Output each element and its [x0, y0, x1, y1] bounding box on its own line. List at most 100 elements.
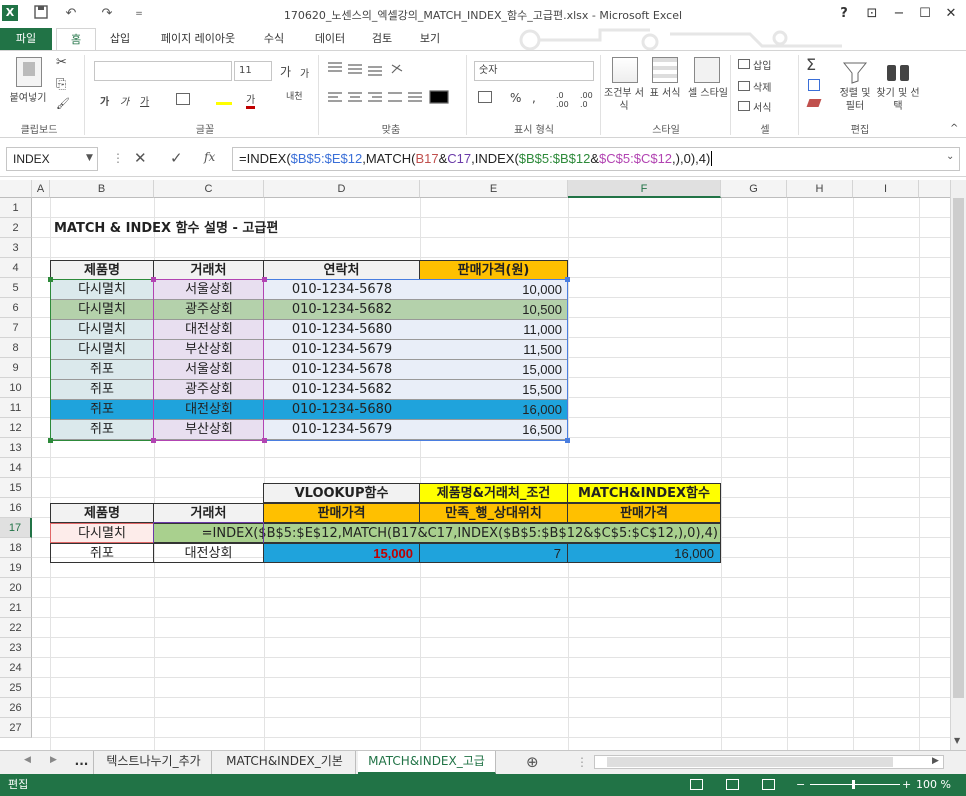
row-header[interactable]: 23	[0, 638, 32, 658]
zoom-in-icon[interactable]: +	[902, 774, 911, 796]
cancel-icon[interactable]: ✕	[134, 149, 147, 167]
cell-vlookup-result[interactable]: 15,000	[263, 543, 420, 563]
close-button[interactable]: ✕	[940, 4, 962, 24]
zoom-slider[interactable]	[810, 784, 900, 785]
tab-split-icon[interactable]: ⋮	[576, 755, 588, 769]
sheet-tab[interactable]: 텍스트나누기_추가	[96, 751, 212, 774]
collapse-ribbon-icon[interactable]: ^	[950, 123, 958, 134]
number-format-dropdown[interactable]: 숫자	[474, 61, 594, 81]
delete-cells-button[interactable]: 삭제	[738, 79, 771, 94]
row-header[interactable]: 2	[0, 218, 32, 238]
row-header[interactable]: 7	[0, 318, 32, 338]
column-header[interactable]: A	[32, 180, 50, 198]
clear-icon[interactable]	[806, 99, 822, 107]
autosum-icon[interactable]: Σ	[806, 55, 816, 74]
row-header[interactable]: 9	[0, 358, 32, 378]
cell-styles-button[interactable]: 셀 스타일	[684, 87, 732, 100]
add-sheet-icon[interactable]: ⊕	[526, 753, 539, 771]
header-match-index[interactable]: MATCH&INDEX함수	[567, 483, 721, 503]
format-table-icon[interactable]	[652, 57, 678, 83]
column-header[interactable]: D	[264, 180, 420, 198]
sort-filter-button[interactable]: 정렬 및 필터	[836, 87, 874, 113]
row-header[interactable]: 27	[0, 718, 32, 738]
row-header[interactable]: 25	[0, 678, 32, 698]
range-handle[interactable]	[565, 277, 570, 282]
range-handle[interactable]	[151, 438, 156, 443]
name-box-dropdown-icon[interactable]: ▼	[86, 153, 93, 163]
range-handle[interactable]	[262, 438, 267, 443]
zoom-level[interactable]: 100 %	[916, 774, 951, 796]
maximize-button[interactable]: ☐	[914, 4, 936, 24]
header-vlookup[interactable]: VLOOKUP함수	[263, 483, 420, 503]
next-sheet-icon[interactable]: ▶	[50, 755, 57, 765]
header-sale-price[interactable]: 판매가격	[567, 503, 721, 523]
row-header[interactable]: 20	[0, 578, 32, 598]
row-header[interactable]: 24	[0, 658, 32, 678]
normal-view-icon[interactable]	[690, 779, 703, 790]
copy-icon[interactable]: ⎘	[56, 77, 66, 92]
font-color-button[interactable]: 가	[246, 91, 256, 109]
tab-formulas[interactable]: 수식	[254, 28, 294, 50]
tab-view[interactable]: 보기	[410, 28, 450, 50]
name-box[interactable]: INDEX	[6, 147, 98, 171]
column-header[interactable]: G	[721, 180, 787, 198]
format-painter-icon[interactable]: 🖌	[56, 97, 70, 110]
row-header[interactable]: 21	[0, 598, 32, 618]
select-all-corner[interactable]	[0, 180, 32, 198]
row-header[interactable]: 8	[0, 338, 32, 358]
range-handle[interactable]	[151, 277, 156, 282]
phonetic-button[interactable]: 내천	[286, 89, 306, 102]
more-sheets-button[interactable]: ...	[70, 751, 94, 774]
currency-icon[interactable]	[478, 91, 492, 103]
page-break-view-icon[interactable]	[762, 779, 775, 790]
ribbon-display-button[interactable]: ⊡	[861, 4, 883, 24]
row-header[interactable]: 17	[0, 518, 32, 538]
grow-font-button[interactable]: 가	[280, 63, 291, 80]
cut-icon[interactable]: ✂	[56, 55, 67, 70]
row-header[interactable]: 19	[0, 558, 32, 578]
percent-button[interactable]: %	[510, 91, 521, 105]
fill-color-icon[interactable]	[216, 93, 232, 105]
find-select-button[interactable]: 찾기 및 선택	[876, 87, 920, 113]
row-header[interactable]: 6	[0, 298, 32, 318]
scroll-thumb[interactable]	[953, 198, 964, 698]
header-condition[interactable]: 제품명&거래처_조건	[419, 483, 568, 503]
cell-relative-position[interactable]: 7	[419, 543, 568, 563]
header-relative-position[interactable]: 만족_행_상대위치	[419, 503, 568, 523]
column-header[interactable]: H	[787, 180, 853, 198]
zoom-out-icon[interactable]: −	[796, 774, 805, 796]
tab-insert[interactable]: 삽입	[100, 28, 140, 50]
row-header[interactable]: 18	[0, 538, 32, 558]
row-header[interactable]: 11	[0, 398, 32, 418]
range-handle[interactable]	[48, 277, 53, 282]
row-header[interactable]: 26	[0, 698, 32, 718]
expand-formula-icon[interactable]: ⌄	[946, 151, 954, 162]
font-name-dropdown[interactable]	[94, 61, 232, 81]
range-handle[interactable]	[565, 438, 570, 443]
row-header[interactable]: 1	[0, 198, 32, 218]
insert-function-icon[interactable]: fx	[204, 150, 215, 164]
header-contact[interactable]: 연락처	[263, 260, 420, 280]
zoom-slider-thumb[interactable]	[852, 780, 855, 789]
tab-file[interactable]: 파일	[0, 28, 52, 50]
horizontal-scrollbar[interactable]	[594, 755, 944, 769]
tab-home[interactable]: 홈	[56, 28, 96, 50]
prev-sheet-icon[interactable]: ◀	[24, 755, 31, 765]
row-header[interactable]: 22	[0, 618, 32, 638]
header-price[interactable]: 판매가격(원)	[419, 260, 568, 280]
row-header[interactable]: 13	[0, 438, 32, 458]
column-header[interactable]: I	[853, 180, 919, 198]
row-header[interactable]: 10	[0, 378, 32, 398]
decrease-decimal-icon[interactable]: .00.0	[580, 91, 593, 109]
range-handle[interactable]	[262, 277, 267, 282]
italic-button[interactable]: 가	[120, 93, 129, 108]
formula-input[interactable]: =INDEX($B$5:$E$12,MATCH(B17&C17,INDEX($B…	[232, 147, 960, 171]
row-header[interactable]: 15	[0, 478, 32, 498]
header-sale-price[interactable]: 판매가격	[263, 503, 420, 523]
column-header[interactable]: C	[154, 180, 264, 198]
column-header[interactable]: B	[50, 180, 154, 198]
comma-button[interactable]: ,	[532, 91, 536, 105]
header-vendor[interactable]: 거래처	[153, 260, 264, 280]
borders-icon[interactable]	[176, 93, 190, 105]
enter-icon[interactable]: ✓	[170, 149, 183, 167]
